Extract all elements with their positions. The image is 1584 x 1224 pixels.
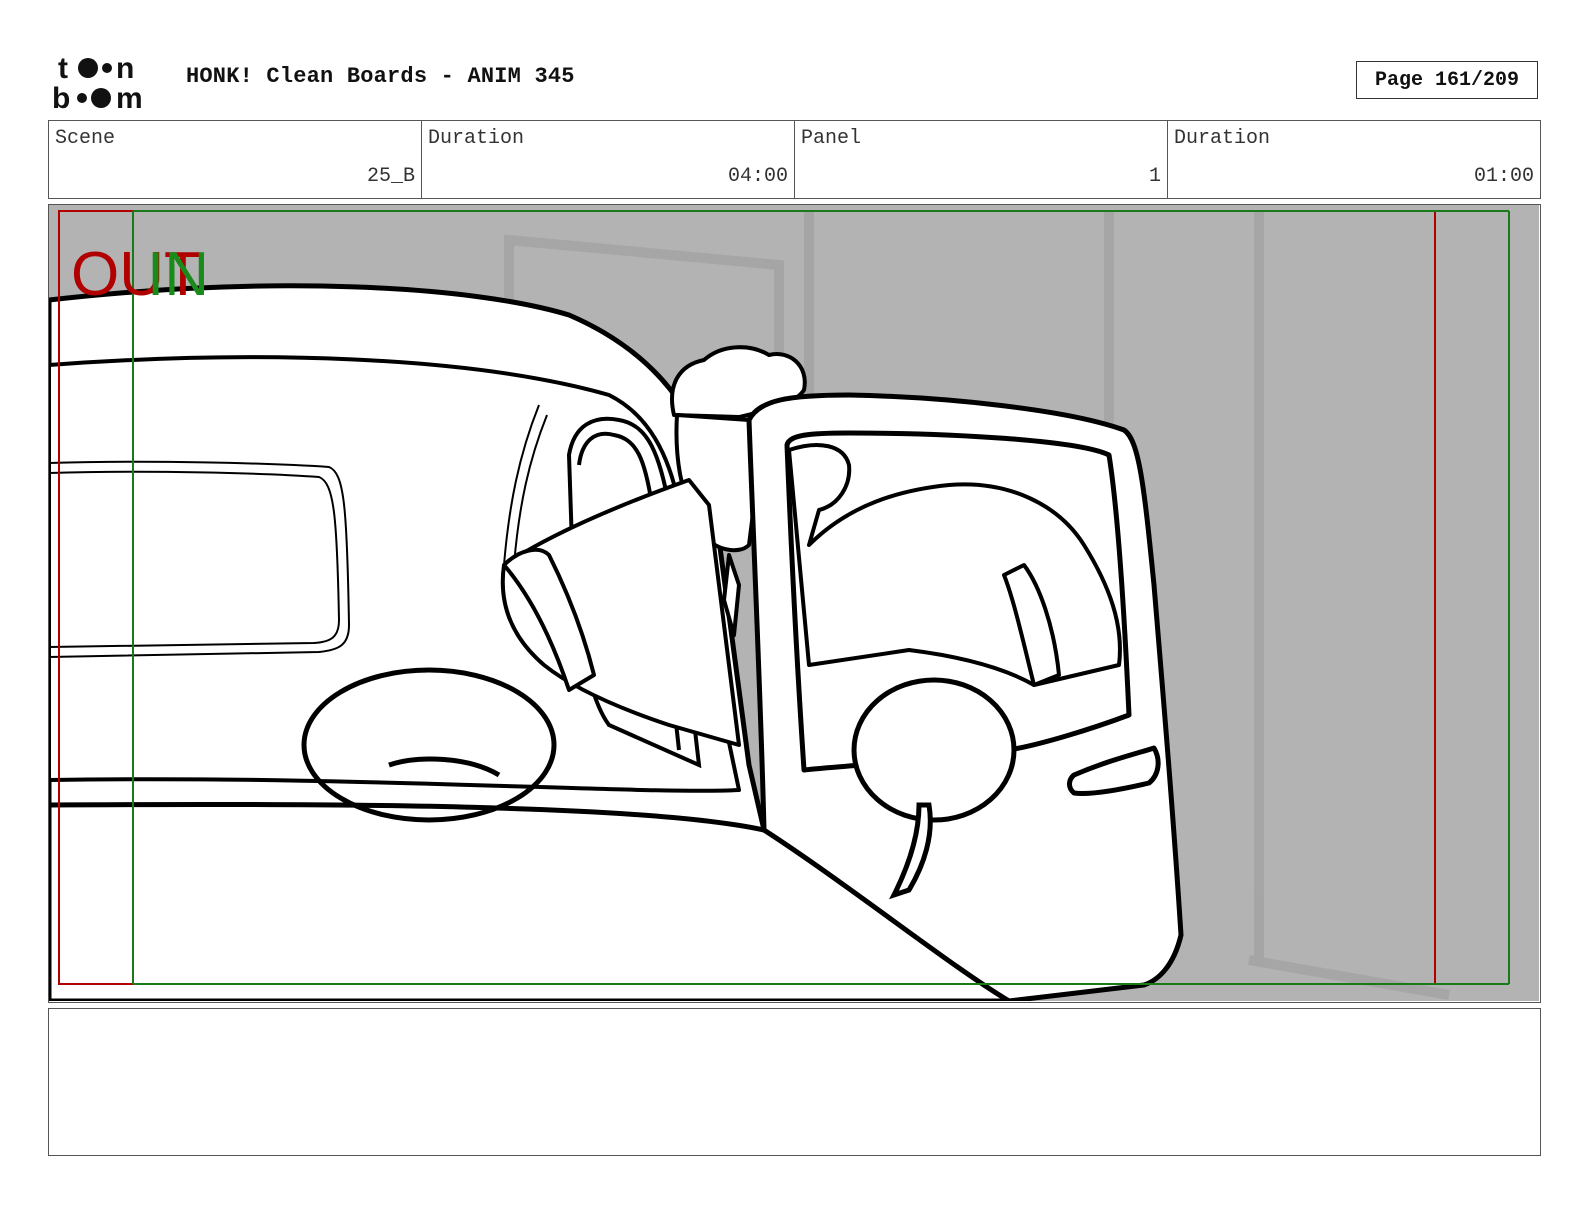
svg-text:m: m	[116, 82, 143, 112]
scene-duration-label: Duration	[428, 127, 525, 150]
svg-text:b: b	[52, 82, 70, 112]
storyboard-panel: OUT IN	[48, 204, 1541, 1003]
scene-duration-cell: Duration 04:00	[422, 121, 795, 198]
svg-text:n: n	[116, 52, 134, 85]
svg-text:t: t	[58, 52, 68, 85]
panel-duration-cell: Duration 01:00	[1168, 121, 1540, 198]
panel-label: Panel	[801, 127, 862, 150]
page-number-badge: Page 161/209	[1356, 61, 1538, 99]
scene-cell: Scene 25_B	[49, 121, 422, 198]
panel-cell: Panel 1	[795, 121, 1168, 198]
document-title: HONK! Clean Boards - ANIM 345	[186, 64, 575, 89]
scene-value: 25_B	[366, 165, 415, 188]
scene-label: Scene	[55, 127, 116, 150]
storyboard-drawing: OUT IN	[49, 205, 1539, 1001]
panel-duration-value: 01:00	[1473, 165, 1534, 188]
in-label: IN	[147, 240, 209, 309]
scene-info-table: Scene 25_B Duration 04:00 Panel 1 Durati…	[48, 120, 1541, 199]
scene-duration-value: 04:00	[727, 165, 788, 188]
toon-boom-logo: t n b m	[50, 50, 166, 115]
panel-duration-label: Duration	[1174, 127, 1271, 150]
panel-notes-box	[48, 1008, 1541, 1156]
panel-value: 1	[1148, 165, 1161, 188]
